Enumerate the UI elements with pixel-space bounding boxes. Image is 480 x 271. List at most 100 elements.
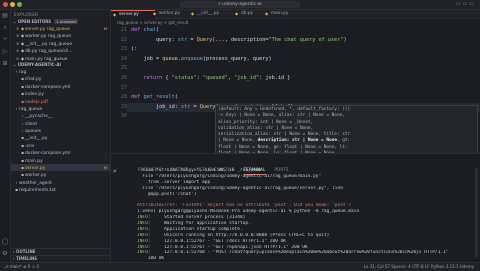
tree-label: chat.py [25,77,41,82]
unsaved-badge: 1 unsaved [54,19,78,24]
open-editor-label: __init__.py rag_queue [25,42,72,47]
open-editor-label: db.py rag_queue/cli... [25,49,73,54]
open-editor-item[interactable]: ×◆main.py rag_queue [11,55,110,62]
tree-file[interactable]: ▪requirements.txt [11,186,110,193]
tree-file[interactable]: ▪docker-compose.yml [11,149,110,156]
open-editor-item[interactable]: ×◆__init__.py rag_queue [11,40,110,47]
open-editor-item[interactable]: ×◆worker.py rag_queue [11,32,110,39]
command-center-search[interactable]: ⌕ udemy-agentic-ai [180,1,300,8]
breadcrumb[interactable]: rag_queue > server.py > get_result [117,20,188,25]
tree-label: worker.py [25,173,46,178]
sidebar-section-outline[interactable]: › OUTLINE [11,248,110,255]
line-number: 24 [113,55,127,65]
tree-file[interactable]: ▪.env [11,142,110,149]
source-control-icon[interactable]: ⑂ [0,34,10,46]
line-number: 30 [113,112,127,122]
title-bar: ⌕ udemy-agentic-ai ▭▭▭ [0,0,480,10]
close-window-dot[interactable] [3,2,8,7]
line-number: 28 [113,93,127,103]
layout-icon[interactable]: ▭ [456,1,463,7]
tree-folder[interactable]: ›__pycache__ [11,112,110,119]
editor-tab[interactable]: ◆ __init__.py [189,10,239,18]
tree-label: main.py [25,159,43,164]
line-number-gutter: 21222324252627282930 [113,26,127,122]
tree-file[interactable]: ▪docker-compose.yml [11,83,110,90]
tree-folder[interactable]: ›rag [11,68,110,75]
tab-label: main.py [271,11,288,16]
editor-tab[interactable]: ◆server.py [111,10,155,19]
window-title: udemy-agentic-ai [222,2,261,7]
tree-file[interactable]: ▪main.py [11,157,110,164]
open-editor-label: server.py rag_queue [25,27,70,32]
run-debug-icon[interactable]: ▷ [0,46,10,58]
line-number: 27 [113,84,127,94]
account-icon[interactable]: ◯ [0,236,10,248]
terminal-line: INFO: 127.0.0.1:52768 - "POST /chat?quer… [137,250,477,256]
search-activity-icon[interactable]: ⌕ [0,22,10,34]
extensions-icon[interactable]: ⊞ [0,58,10,70]
bottom-panel: PROBLEMSOUTPUTDEBUG CONSOLETERMINALPORTS… [111,153,480,263]
layout-controls[interactable]: ▭▭▭ [456,1,476,7]
tree-folder[interactable]: ›weather_agent [11,179,110,186]
tab-label: __init__.py [197,11,219,16]
maximize-window-dot[interactable] [17,2,22,7]
tab-label: db.py [241,11,253,16]
terminal-scrollbar[interactable] [475,168,478,258]
tree-label: client [25,122,37,127]
settings-gear-icon[interactable]: ⚙ [0,248,10,260]
code-line: return { "status": "queued", "job_id": j… [131,74,347,84]
explorer-header: EXPLORER [11,10,110,19]
tree-label: queues [25,129,41,134]
sidebar-icon[interactable]: ▭ [469,1,476,7]
tree-label: rag_queue [19,107,42,112]
code-line: def get_result( [131,93,347,103]
open-editor-label: worker.py rag_queue [25,34,71,39]
file-tree: ›rag▪chat.py▪docker-compose.yml▪index.py… [11,68,110,194]
activity-bar: ▤ ⌕ ⑂ ▷ ⊞ ◯ ⚙ [0,10,11,262]
editor-tab[interactable]: ◆main.py [263,10,307,18]
python-file-icon: ◆ [113,11,116,19]
sidebar-section-timeline[interactable]: › TIMELINE [11,255,110,262]
panel-tabs: PROBLEMSOUTPUTDEBUG CONSOLETERMINALPORTS [138,156,298,164]
line-number: 29 [113,103,127,113]
tree-file[interactable]: ▪chat.py [11,75,110,82]
tree-label: docker-compose.yml [25,151,70,156]
modified-badge: M [104,25,107,32]
tree-file[interactable]: ▪index.py [11,90,110,97]
tree-folder[interactable]: ›client [11,120,110,127]
python-file-icon: ◆ [265,10,268,18]
line-number: 25 [113,64,127,74]
open-editor-item[interactable]: ×◆server.py rag_queueM [11,25,110,32]
python-file-icon: ◆ [235,10,238,18]
python-file-icon: ◆ [153,10,156,18]
terminal-icon[interactable]: ▣ [113,168,133,173]
tree-label: nodejs.pdf [25,100,48,105]
tree-label: __init__.py [25,136,48,141]
tab-label: server.py [119,12,139,17]
tree-label: server.py [25,166,45,171]
editor-tabs: ◆server.py◆worker.py◆__init__.py◆db.py◆m… [111,10,480,19]
tree-folder[interactable]: ›queues [11,127,110,134]
tree-label: __pycache__ [25,114,52,119]
explorer-sidebar: EXPLORER ⌄ OPEN EDITORS1 unsaved ×◆serve… [11,10,111,262]
terminal-output[interactable]: File "<frozen runpy>", line 88, in _run_… [137,168,477,262]
code-line: ): [131,45,347,55]
tree-file[interactable]: ▪server.pyM [11,164,110,171]
open-editor-item[interactable]: ×◆db.py rag_queue/cli... [11,47,110,54]
section-label: OUTLINE [16,249,36,254]
tree-file[interactable]: ▪worker.py [11,171,110,178]
minimize-window-dot[interactable] [10,2,15,7]
code-line [131,64,347,74]
tree-label: weather_agent [19,181,52,186]
tree-file[interactable]: ▪__init__.py [11,134,110,141]
code-line: job = queue.enqueue(process_query, query… [131,55,347,65]
section-label: TIMELINE [16,256,37,261]
tree-folder[interactable]: ›rag_queue [11,105,110,112]
explorer-icon[interactable]: ▤ [0,10,10,22]
tree-file[interactable]: ▪nodejs.pdf [11,98,110,105]
tree-label: .env [25,144,34,149]
tree-label: docker-compose.yml [25,85,70,90]
line-number: 21 [113,26,127,36]
code-line: def chat( [131,26,347,36]
tree-label: index.py [25,92,44,97]
